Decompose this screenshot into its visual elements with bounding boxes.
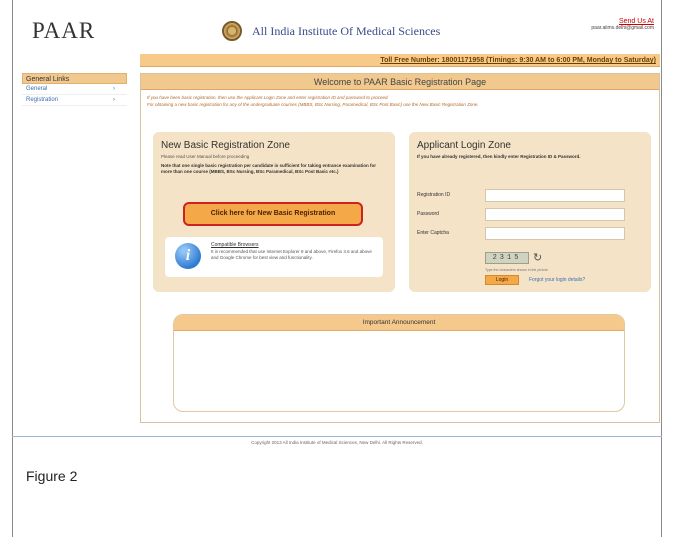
sidebar-item-label: General: [26, 86, 48, 92]
login-zone-description: If you have already registered, then kin…: [417, 154, 581, 159]
info-line-1: If you have been basic registration, the…: [147, 95, 389, 100]
institute-name: All India Institute Of Medical Sciences: [252, 24, 441, 38]
new-zone-title: New Basic Registration Zone: [161, 140, 290, 151]
login-zone-title: Applicant Login Zone: [417, 140, 511, 151]
send-us-link[interactable]: Send Us At: [591, 18, 654, 25]
captcha-input[interactable]: [485, 227, 625, 240]
captcha-image: 2315: [485, 252, 529, 264]
compat-title: Compatible Browsers: [211, 242, 259, 248]
aiims-emblem-icon: [222, 21, 242, 41]
refresh-captcha-icon[interactable]: ↻: [533, 251, 542, 264]
info-text: If you have been basic registration, the…: [141, 90, 659, 108]
sidebar-item-label: Registration: [26, 97, 59, 103]
forgot-login-link[interactable]: Forgot your login details?: [529, 277, 585, 283]
applicant-login-zone: Applicant Login Zone If you have already…: [409, 132, 651, 292]
welcome-title: Welcome to PAAR Basic Registration Page: [141, 74, 659, 90]
captcha-hint: Type the characters shown in the picture: [485, 268, 548, 272]
chevron-right-icon: ›: [113, 86, 115, 92]
registration-id-input[interactable]: [485, 189, 625, 202]
chevron-right-icon: ›: [113, 97, 115, 103]
captcha-label: Enter Captcha: [417, 230, 449, 236]
compat-text: It is recommended that use Internet Expl…: [211, 249, 372, 260]
password-label: Password: [417, 211, 439, 217]
new-registration-zone: New Basic Registration Zone Please read …: [153, 132, 395, 292]
password-row: Password: [417, 208, 645, 221]
sidebar: General Links General › Registration ›: [22, 73, 127, 106]
registration-id-row: Registration ID: [417, 189, 645, 202]
compatible-browsers-box: i Compatible Browsers It is recommended …: [165, 237, 383, 277]
announcement-panel: Important Announcement: [173, 314, 625, 412]
main-panel: Welcome to PAAR Basic Registration Page …: [140, 73, 660, 423]
contact-email[interactable]: paar.aiims.delhi@gmail.com: [591, 25, 654, 31]
info-icon: i: [175, 243, 201, 269]
site-header: PAAR All India Institute Of Medical Scie…: [22, 14, 662, 50]
sidebar-heading: General Links: [22, 73, 127, 84]
sidebar-item-registration[interactable]: Registration ›: [22, 95, 127, 106]
paar-logo[interactable]: PAAR: [32, 18, 95, 44]
new-zone-description: Note that one single basic registration …: [161, 163, 377, 174]
captcha-row: Enter Captcha: [417, 227, 645, 240]
announcement-title: Important Announcement: [174, 315, 624, 331]
toll-free-bar: Toll Free Number: 18001171958 (Timings: …: [140, 54, 660, 67]
info-line-2: For obtaining a new basic registration f…: [147, 102, 479, 107]
new-registration-button[interactable]: Click here for New Basic Registration: [183, 202, 363, 226]
login-button[interactable]: Login: [485, 275, 519, 285]
registration-id-label: Registration ID: [417, 192, 451, 198]
new-zone-note: Please read User Manual before proceedin…: [161, 154, 250, 159]
footer-divider: [12, 436, 662, 437]
password-input[interactable]: [485, 208, 625, 221]
copyright-text: Copyright 2013 All India Institute of Me…: [251, 440, 423, 445]
figure-caption: Figure 2: [26, 468, 78, 484]
sidebar-item-general[interactable]: General ›: [22, 84, 127, 95]
contact-block: Send Us At paar.aiims.delhi@gmail.com: [591, 18, 654, 31]
